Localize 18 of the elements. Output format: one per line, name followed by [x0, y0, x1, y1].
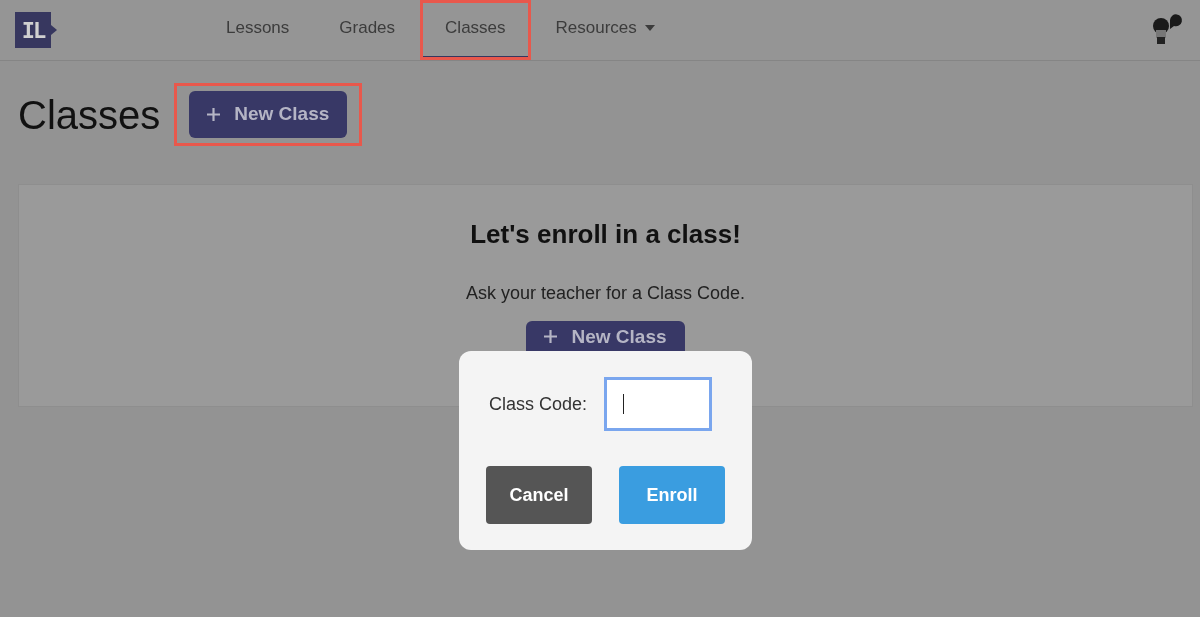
plus-icon — [207, 108, 221, 121]
text-cursor — [623, 394, 625, 414]
card-text: Ask your teacher for a Class Code. — [465, 282, 746, 305]
nav-tab[interactable]: Classes — [420, 0, 531, 60]
nav-tab[interactable]: Grades — [314, 0, 421, 60]
logo-notch-icon — [51, 25, 57, 35]
new-class-button[interactable]: New Class — [189, 91, 348, 138]
card-heading: Let's enroll in a class! — [470, 218, 741, 251]
caret-icon — [644, 25, 655, 31]
nav-tab[interactable]: Lessons — [201, 0, 315, 60]
class-code-field[interactable] — [604, 377, 713, 431]
dialog-button[interactable]: Cancel — [486, 466, 592, 524]
dialog-button[interactable]: Enroll — [619, 466, 725, 524]
plus-icon — [544, 330, 558, 343]
logo[interactable]: IL — [15, 12, 51, 48]
page-title: Classes — [18, 94, 161, 135]
class-code-label: Class Code: — [489, 392, 588, 416]
nav-tab[interactable]: Resources — [530, 0, 680, 60]
